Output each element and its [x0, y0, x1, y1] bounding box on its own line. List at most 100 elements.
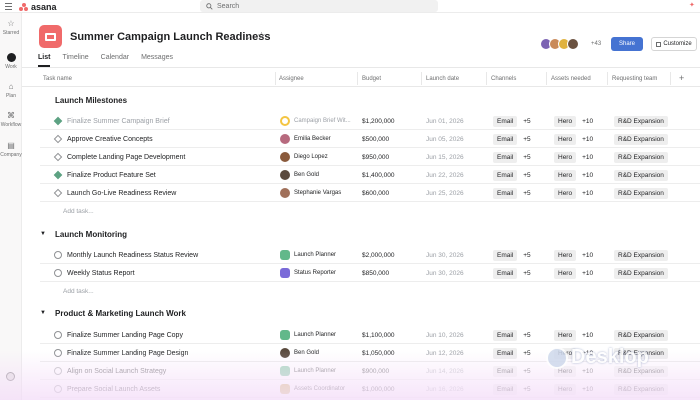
- team-cell[interactable]: R&D Expansion: [614, 112, 668, 130]
- column-assets-needed[interactable]: Assets needed: [551, 76, 591, 82]
- team-cell[interactable]: R&D Expansion: [614, 166, 668, 184]
- task-name[interactable]: Finalize Summer Campaign Brief: [67, 118, 170, 125]
- assets-cell[interactable]: Hero +10: [554, 326, 593, 344]
- tab-timeline[interactable]: Timeline: [62, 54, 88, 67]
- column-budget[interactable]: Budget: [362, 76, 381, 82]
- channels-cell[interactable]: Email +5: [493, 264, 531, 282]
- task-name[interactable]: Weekly Status Report: [67, 270, 135, 277]
- table-row[interactable]: Finalize Summer Campaign Brief Campaign …: [40, 112, 700, 130]
- add-task-link[interactable]: Add task...: [63, 288, 94, 295]
- assignee-cell[interactable]: Launch Planner: [280, 326, 336, 344]
- task-check-icon[interactable]: [54, 349, 62, 357]
- column-requesting-team[interactable]: Requesting team: [612, 76, 657, 82]
- date-cell[interactable]: Jun 14, 2026: [426, 362, 464, 380]
- table-row[interactable]: Complete Landing Page Development Diego …: [40, 148, 700, 166]
- assets-cell[interactable]: Hero +10: [554, 130, 593, 148]
- budget-cell[interactable]: $1,400,000: [362, 166, 395, 184]
- task-check-icon[interactable]: [54, 269, 62, 277]
- assignee-cell[interactable]: Stephanie Vargas: [280, 184, 341, 202]
- customize-button[interactable]: Customize: [651, 37, 697, 51]
- menu-icon[interactable]: [5, 3, 12, 10]
- add-column-icon[interactable]: +: [679, 73, 684, 83]
- budget-cell[interactable]: $1,100,000: [362, 326, 395, 344]
- rail-item-company[interactable]: ▤ Company: [0, 141, 22, 158]
- date-cell[interactable]: Jun 12, 2026: [426, 344, 464, 362]
- member-avatars[interactable]: [540, 38, 579, 50]
- budget-cell[interactable]: $850,000: [362, 264, 389, 282]
- assignee-cell[interactable]: Diego Lopez: [280, 148, 328, 166]
- assignee-cell[interactable]: Campaign Brief Wit...: [280, 112, 351, 130]
- channels-cell[interactable]: Email +5: [493, 130, 531, 148]
- section-header[interactable]: ▼ Launch Monitoring: [40, 227, 127, 241]
- task-name[interactable]: Finalize Summer Landing Page Design: [67, 350, 188, 357]
- channels-cell[interactable]: Email +5: [493, 166, 531, 184]
- project-icon[interactable]: [39, 25, 62, 48]
- column-assignee[interactable]: Assignee: [279, 76, 304, 82]
- rail-item-plan[interactable]: ⌂ Plan: [0, 82, 22, 99]
- table-row[interactable]: Prepare Social Launch Assets Assets Coor…: [40, 380, 700, 398]
- assets-cell[interactable]: Hero +10: [554, 380, 593, 398]
- tab-messages[interactable]: Messages: [141, 54, 173, 67]
- table-row[interactable]: Weekly Status Report Status Reporter $85…: [40, 264, 700, 282]
- task-check-icon[interactable]: [54, 385, 62, 393]
- date-cell[interactable]: Jun 10, 2026: [426, 326, 464, 344]
- rail-item-work[interactable]: Work: [0, 53, 22, 70]
- budget-cell[interactable]: $500,000: [362, 130, 389, 148]
- date-cell[interactable]: Jun 30, 2026: [426, 246, 464, 264]
- milestone-complete-icon[interactable]: [53, 170, 63, 180]
- team-cell[interactable]: R&D Expansion: [614, 148, 668, 166]
- task-name[interactable]: Monthly Launch Readiness Status Review: [67, 252, 198, 259]
- milestone-icon[interactable]: [53, 134, 63, 144]
- team-cell[interactable]: R&D Expansion: [614, 184, 668, 202]
- channels-cell[interactable]: Email +5: [493, 380, 531, 398]
- section-header[interactable]: ▼ Product & Marketing Launch Work: [40, 306, 186, 320]
- assignee-cell[interactable]: Emilia Becker: [280, 130, 331, 148]
- team-cell[interactable]: R&D Expansion: [614, 130, 668, 148]
- channels-cell[interactable]: Email +5: [493, 184, 531, 202]
- budget-cell[interactable]: $950,000: [362, 148, 389, 166]
- task-name[interactable]: Launch Go-Live Readiness Review: [67, 190, 176, 197]
- date-cell[interactable]: Jun 05, 2026: [426, 130, 464, 148]
- team-cell[interactable]: R&D Expansion: [614, 380, 668, 398]
- task-check-icon[interactable]: [54, 367, 62, 375]
- rail-item-workflow[interactable]: ⌘ Workflow: [0, 111, 22, 128]
- task-name[interactable]: Finalize Product Feature Set: [67, 172, 156, 179]
- task-name[interactable]: Finalize Summer Landing Page Copy: [67, 332, 183, 339]
- assets-cell[interactable]: Hero +10: [554, 148, 593, 166]
- member-count[interactable]: +43: [591, 41, 601, 47]
- section-header[interactable]: Launch Milestones: [40, 93, 127, 107]
- chevron-down-icon[interactable]: ⌄: [245, 33, 251, 41]
- milestone-icon[interactable]: [53, 152, 63, 162]
- assets-cell[interactable]: Hero +10: [554, 246, 593, 264]
- star-icon[interactable]: ☆: [257, 31, 266, 42]
- rail-item-starred[interactable]: ☆ Starred: [0, 19, 22, 36]
- asana-logo[interactable]: asana: [19, 1, 57, 12]
- task-name[interactable]: Prepare Social Launch Assets: [67, 386, 160, 393]
- table-row[interactable]: Approve Creative Concepts Emilia Becker …: [40, 130, 700, 148]
- channels-cell[interactable]: Email +5: [493, 112, 531, 130]
- assets-cell[interactable]: Hero +10: [554, 166, 593, 184]
- assignee-cell[interactable]: Assets Coordinator: [280, 380, 345, 398]
- budget-cell[interactable]: $1,050,000: [362, 344, 395, 362]
- assignee-cell[interactable]: Ben Gold: [280, 344, 319, 362]
- task-name[interactable]: Complete Landing Page Development: [67, 154, 185, 161]
- assets-cell[interactable]: Hero +10: [554, 264, 593, 282]
- channels-cell[interactable]: Email +5: [493, 344, 531, 362]
- date-cell[interactable]: Jun 15, 2026: [426, 148, 464, 166]
- assignee-cell[interactable]: Launch Planner: [280, 246, 336, 264]
- notifications-icon[interactable]: ✦: [689, 2, 696, 9]
- channels-cell[interactable]: Email +5: [493, 362, 531, 380]
- task-check-icon[interactable]: [54, 251, 62, 259]
- date-cell[interactable]: Jun 16, 2026: [426, 380, 464, 398]
- search-input[interactable]: Search: [200, 0, 438, 12]
- milestone-icon[interactable]: [53, 188, 63, 198]
- budget-cell[interactable]: $900,000: [362, 362, 389, 380]
- project-title[interactable]: Summer Campaign Launch Readiness: [70, 31, 271, 43]
- channels-cell[interactable]: Email +5: [493, 148, 531, 166]
- share-button[interactable]: Share: [611, 37, 643, 51]
- add-task-link[interactable]: Add task...: [63, 208, 94, 215]
- task-name[interactable]: Approve Creative Concepts: [67, 136, 153, 143]
- budget-cell[interactable]: $1,200,000: [362, 112, 395, 130]
- team-cell[interactable]: R&D Expansion: [614, 326, 668, 344]
- date-cell[interactable]: Jun 25, 2026: [426, 184, 464, 202]
